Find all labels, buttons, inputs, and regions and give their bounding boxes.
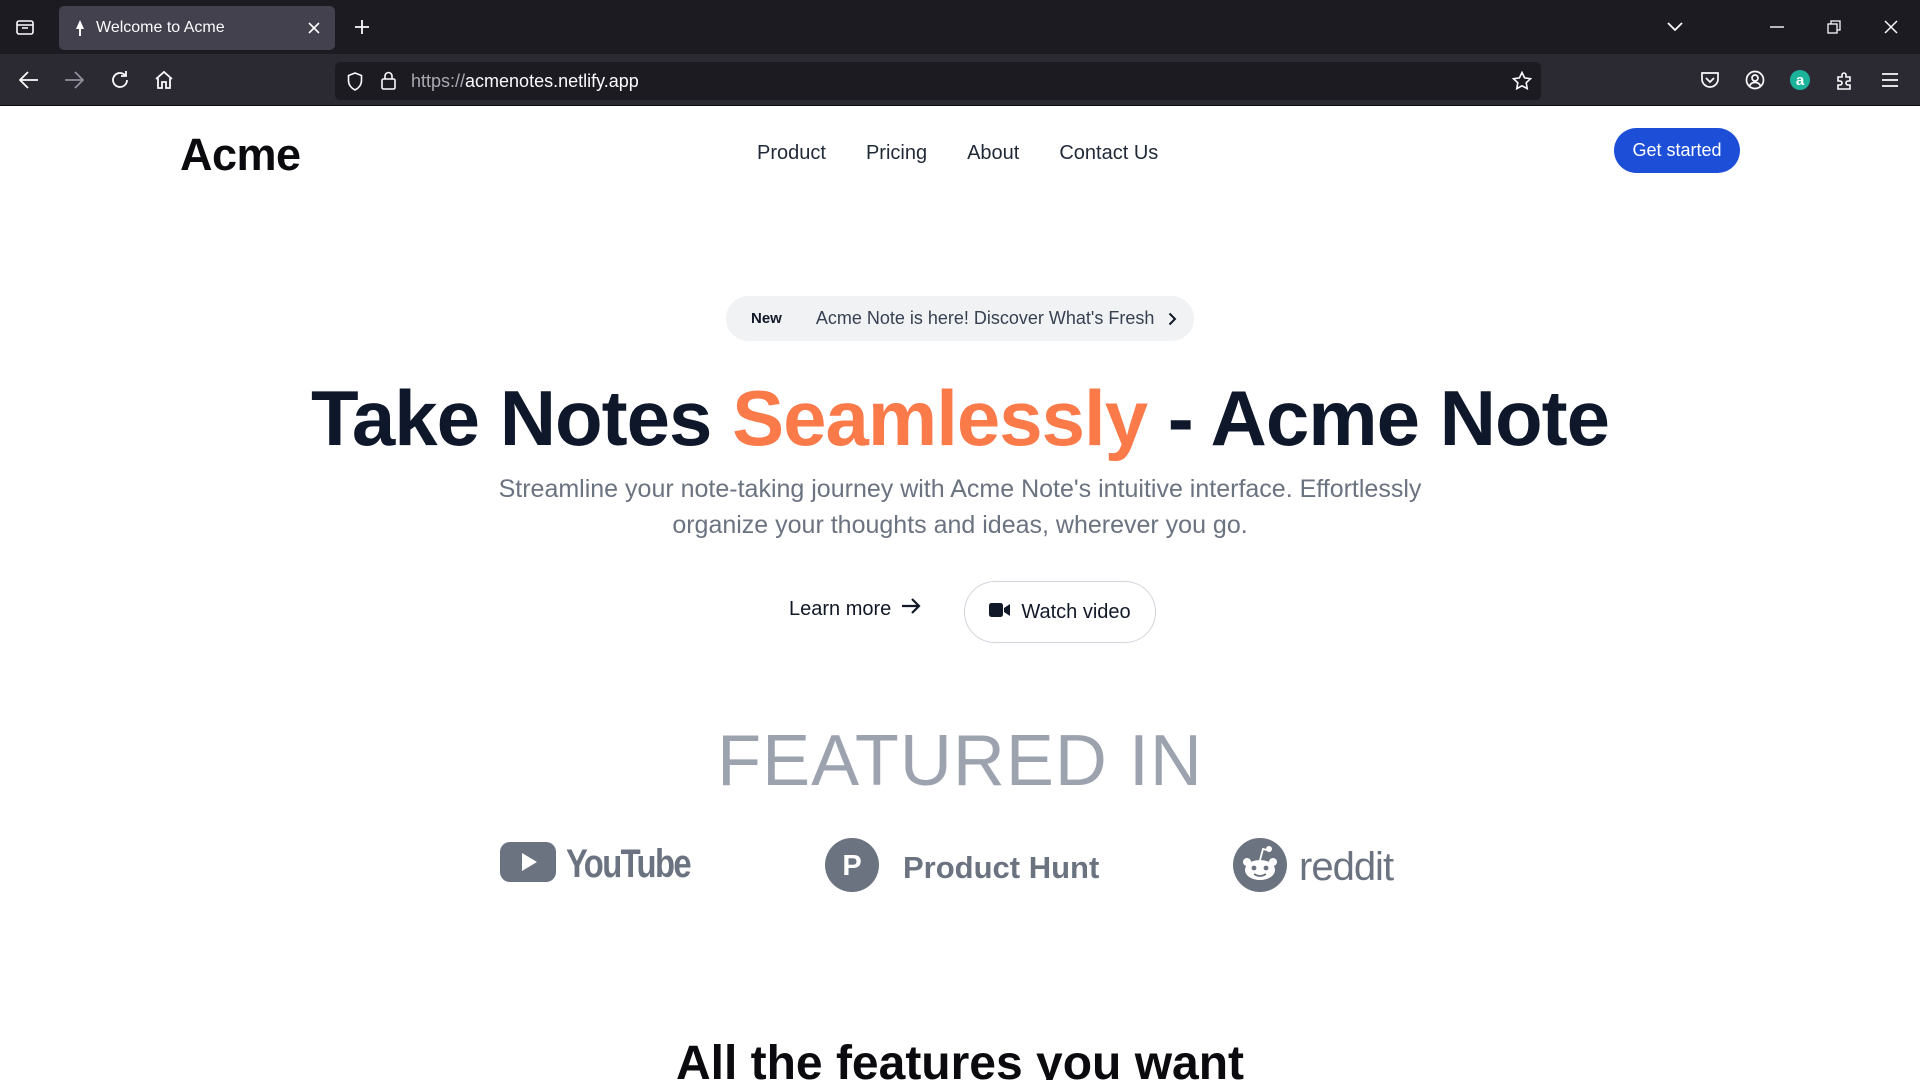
url-text[interactable]: https://acmenotes.netlify.app [411, 71, 639, 92]
hero-subtitle: Streamline your note-taking journey with… [498, 475, 1422, 539]
hero-title: Take Notes Seamlessly - Acme Note [0, 373, 1920, 464]
lock-icon[interactable] [378, 70, 398, 90]
learn-more-label: Learn more [789, 597, 892, 620]
bookmark-star-icon[interactable] [1511, 70, 1533, 92]
announcement-pill[interactable]: New Acme Note is here! Discover What's F… [726, 296, 1194, 341]
svg-text:P: P [842, 850, 861, 882]
url-host: acmenotes.netlify.app [465, 71, 639, 91]
account-icon[interactable] [1744, 69, 1766, 91]
youtube-brand: YouTube [500, 842, 717, 887]
nav-link-pricing[interactable]: Pricing [866, 142, 927, 165]
arrow-right-icon [901, 597, 921, 621]
watch-video-label: Watch video [1021, 600, 1131, 623]
browser-tab-active[interactable]: Welcome to Acme [59, 6, 335, 50]
minimize-icon[interactable] [1766, 16, 1788, 38]
featured-in-heading: FEATURED IN [717, 721, 1203, 801]
nav-link-contact[interactable]: Contact Us [1059, 142, 1158, 165]
watch-video-button[interactable]: Watch video [964, 581, 1156, 643]
nav-link-about[interactable]: About [967, 142, 1019, 165]
url-bar[interactable]: https://acmenotes.netlify.app [335, 62, 1541, 100]
save-to-pocket-icon[interactable] [1699, 69, 1721, 91]
home-icon[interactable] [153, 69, 175, 91]
svg-text:a: a [1796, 72, 1805, 89]
tab-favicon-icon [72, 20, 88, 36]
browser-tab-bar: Welcome to Acme [0, 0, 1920, 54]
site-nav: Product Pricing About Contact Us [757, 142, 1158, 165]
chevron-right-icon [1168, 312, 1182, 326]
announcement-text: Acme Note is here! Discover What's Fresh [815, 308, 1155, 328]
reddit-brand: reddit [1233, 838, 1394, 897]
learn-more-link[interactable]: Learn more [789, 597, 921, 621]
video-camera-icon [989, 601, 1011, 624]
product-hunt-brand: P Product Hunt [825, 838, 1099, 897]
tab-list-icon[interactable] [14, 16, 36, 38]
extension-badge-icon[interactable]: a [1788, 68, 1812, 92]
youtube-wordmark: YouTube [566, 842, 692, 886]
list-all-tabs-icon[interactable] [1664, 16, 1686, 38]
youtube-play-icon [500, 842, 556, 887]
new-tab-icon[interactable] [351, 16, 373, 38]
announcement-badge: New [751, 310, 782, 327]
reddit-wordmark: reddit [1299, 845, 1394, 889]
features-heading: All the features you want [675, 1037, 1245, 1080]
site-logo[interactable]: Acme [180, 129, 301, 181]
tab-title: Welcome to Acme [96, 19, 225, 36]
web-page: Acme Product Pricing About Contact Us Ge… [0, 107, 1920, 1080]
back-icon[interactable] [18, 69, 40, 91]
hero-title-part1: Take Notes [311, 374, 733, 462]
product-hunt-icon: P [825, 838, 879, 897]
app-menu-icon[interactable] [1879, 69, 1901, 91]
tab-close-icon[interactable] [305, 19, 323, 37]
forward-icon[interactable] [63, 69, 85, 91]
get-started-button[interactable]: Get started [1614, 128, 1740, 173]
extensions-icon[interactable] [1834, 69, 1856, 91]
url-scheme: https:// [411, 71, 466, 91]
product-hunt-wordmark: Product Hunt [903, 849, 1100, 885]
hero-title-part2: - Acme Note [1147, 374, 1610, 462]
reload-icon[interactable] [109, 69, 131, 91]
hero-title-accent: Seamlessly [732, 374, 1148, 462]
restore-icon[interactable] [1823, 16, 1845, 38]
tracking-protection-shield-icon[interactable] [345, 71, 365, 91]
nav-link-product[interactable]: Product [757, 142, 826, 165]
reddit-alien-icon [1233, 838, 1287, 897]
close-window-icon[interactable] [1880, 16, 1902, 38]
